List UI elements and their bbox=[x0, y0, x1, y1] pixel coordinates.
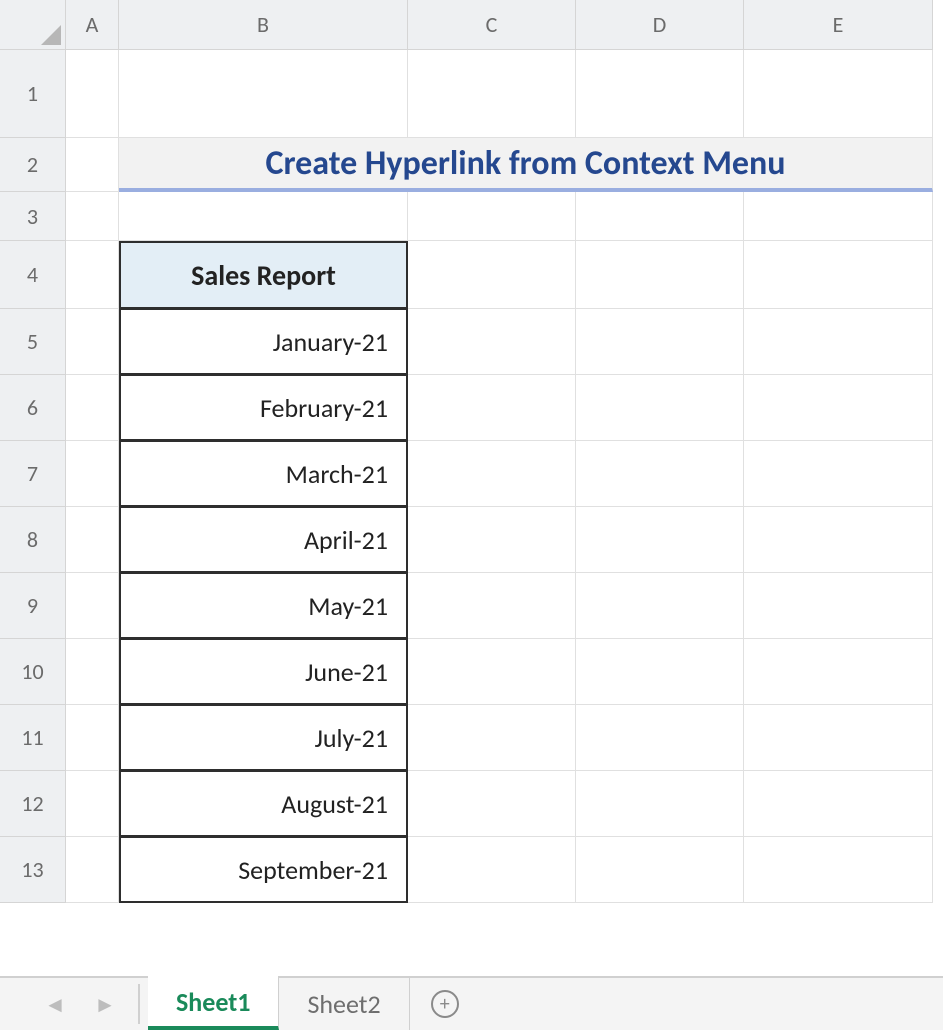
cell-A8[interactable] bbox=[66, 507, 119, 573]
cell-A13[interactable] bbox=[66, 837, 119, 903]
cell-E10[interactable] bbox=[744, 639, 933, 705]
table-row[interactable]: June-21 bbox=[119, 639, 408, 705]
cell-C13[interactable] bbox=[408, 837, 576, 903]
row-header-10[interactable]: 10 bbox=[0, 639, 66, 705]
cell-B3[interactable] bbox=[119, 192, 408, 241]
sheet-tab-bar: ◄ ► Sheet1 Sheet2 + bbox=[0, 976, 943, 1030]
cell-C10[interactable] bbox=[408, 639, 576, 705]
row-header-12[interactable]: 12 bbox=[0, 771, 66, 837]
plus-circle-icon: + bbox=[431, 990, 459, 1018]
row-header-3[interactable]: 3 bbox=[0, 192, 66, 241]
sheet-tab-sheet2[interactable]: Sheet2 bbox=[279, 978, 409, 1030]
cell-D13[interactable] bbox=[576, 837, 744, 903]
table-row[interactable]: May-21 bbox=[119, 573, 408, 639]
cell-A6[interactable] bbox=[66, 375, 119, 441]
cell-D12[interactable] bbox=[576, 771, 744, 837]
sheet-tab-sheet1[interactable]: Sheet1 bbox=[148, 978, 279, 1030]
row-header-6[interactable]: 6 bbox=[0, 375, 66, 441]
cell-D6[interactable] bbox=[576, 375, 744, 441]
triangle-left-icon: ◄ bbox=[44, 991, 66, 1018]
tab-nav-next[interactable]: ► bbox=[80, 978, 130, 1030]
col-header-B[interactable]: B bbox=[119, 0, 408, 50]
cell-A2[interactable] bbox=[66, 138, 119, 192]
cell-A12[interactable] bbox=[66, 771, 119, 837]
cell-C12[interactable] bbox=[408, 771, 576, 837]
page-title[interactable]: Create Hyperlink from Context Menu bbox=[119, 138, 933, 192]
tab-nav-prev[interactable]: ◄ bbox=[30, 978, 80, 1030]
cell-C3[interactable] bbox=[408, 192, 576, 241]
cell-D10[interactable] bbox=[576, 639, 744, 705]
cell-D4[interactable] bbox=[576, 241, 744, 309]
row-header-13[interactable]: 13 bbox=[0, 837, 66, 903]
cell-E6[interactable] bbox=[744, 375, 933, 441]
tab-divider bbox=[138, 984, 140, 1024]
table-row[interactable]: February-21 bbox=[119, 375, 408, 441]
cell-E1[interactable] bbox=[744, 50, 933, 138]
row-header-11[interactable]: 11 bbox=[0, 705, 66, 771]
cell-A5[interactable] bbox=[66, 309, 119, 375]
cell-B1[interactable] bbox=[119, 50, 408, 138]
col-header-A[interactable]: A bbox=[66, 0, 119, 50]
cell-D1[interactable] bbox=[576, 50, 744, 138]
col-header-E[interactable]: E bbox=[744, 0, 933, 50]
cell-E13[interactable] bbox=[744, 837, 933, 903]
table-row[interactable]: July-21 bbox=[119, 705, 408, 771]
spreadsheet-grid: A B C D E 1 2 Create Hyperlink from Cont… bbox=[0, 0, 943, 943]
cell-E4[interactable] bbox=[744, 241, 933, 309]
cell-E5[interactable] bbox=[744, 309, 933, 375]
row-header-2[interactable]: 2 bbox=[0, 138, 66, 192]
table-row[interactable]: September-21 bbox=[119, 837, 408, 903]
triangle-right-icon: ► bbox=[94, 991, 116, 1018]
cell-E12[interactable] bbox=[744, 771, 933, 837]
cell-A9[interactable] bbox=[66, 573, 119, 639]
cell-D3[interactable] bbox=[576, 192, 744, 241]
table-row[interactable]: March-21 bbox=[119, 441, 408, 507]
row-header-7[interactable]: 7 bbox=[0, 441, 66, 507]
cell-A3[interactable] bbox=[66, 192, 119, 241]
cell-D8[interactable] bbox=[576, 507, 744, 573]
row-header-1[interactable]: 1 bbox=[0, 50, 66, 138]
cell-C4[interactable] bbox=[408, 241, 576, 309]
cell-E7[interactable] bbox=[744, 441, 933, 507]
col-header-D[interactable]: D bbox=[576, 0, 744, 50]
cell-A10[interactable] bbox=[66, 639, 119, 705]
table-row[interactable]: April-21 bbox=[119, 507, 408, 573]
row-header-9[interactable]: 9 bbox=[0, 573, 66, 639]
cell-A11[interactable] bbox=[66, 705, 119, 771]
cell-E3[interactable] bbox=[744, 192, 933, 241]
col-header-C[interactable]: C bbox=[408, 0, 576, 50]
table-row[interactable]: January-21 bbox=[119, 309, 408, 375]
cell-A4[interactable] bbox=[66, 241, 119, 309]
select-all-corner[interactable] bbox=[0, 0, 66, 50]
table-header[interactable]: Sales Report bbox=[119, 241, 408, 309]
cell-E11[interactable] bbox=[744, 705, 933, 771]
cell-C1[interactable] bbox=[408, 50, 576, 138]
cell-C5[interactable] bbox=[408, 309, 576, 375]
row-header-5[interactable]: 5 bbox=[0, 309, 66, 375]
cell-E8[interactable] bbox=[744, 507, 933, 573]
cell-C9[interactable] bbox=[408, 573, 576, 639]
cell-C8[interactable] bbox=[408, 507, 576, 573]
cell-D7[interactable] bbox=[576, 441, 744, 507]
cell-D5[interactable] bbox=[576, 309, 744, 375]
cell-D9[interactable] bbox=[576, 573, 744, 639]
row-header-8[interactable]: 8 bbox=[0, 507, 66, 573]
cell-C6[interactable] bbox=[408, 375, 576, 441]
add-sheet-button[interactable]: + bbox=[410, 978, 480, 1030]
cell-D11[interactable] bbox=[576, 705, 744, 771]
cell-C11[interactable] bbox=[408, 705, 576, 771]
cell-A7[interactable] bbox=[66, 441, 119, 507]
row-header-4[interactable]: 4 bbox=[0, 241, 66, 309]
cell-E9[interactable] bbox=[744, 573, 933, 639]
table-row[interactable]: August-21 bbox=[119, 771, 408, 837]
cell-C7[interactable] bbox=[408, 441, 576, 507]
cell-A1[interactable] bbox=[66, 50, 119, 138]
